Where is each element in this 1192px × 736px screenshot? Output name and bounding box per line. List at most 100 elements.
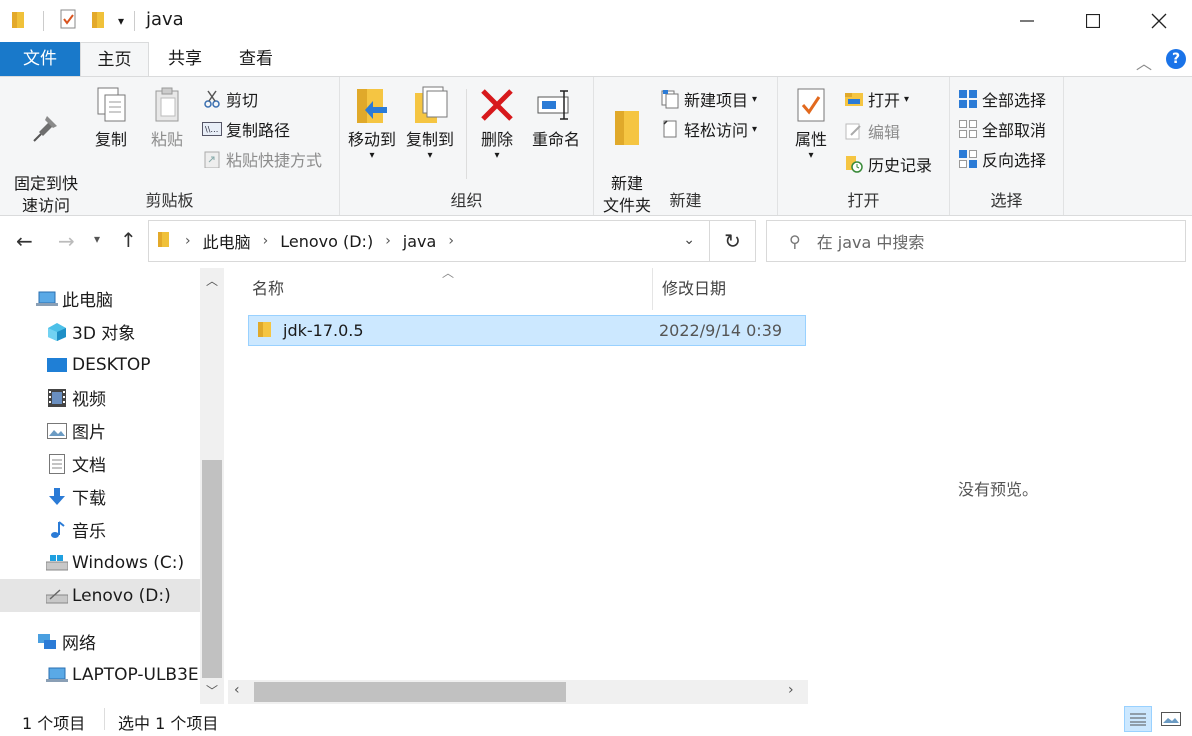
details-view-button[interactable] [1124,706,1152,732]
preview-message: 没有预览。 [958,480,1039,499]
copy-path-button[interactable]: \\… 复制路径 [202,116,290,142]
breadcrumb-lenovo-d[interactable]: Lenovo (D:) [280,232,373,251]
copy-to-icon [410,85,450,125]
paste-shortcut-label: 粘贴快捷方式 [226,151,323,170]
history-button[interactable]: 历史记录 [844,151,932,177]
sidebar-item-label: 3D 对象 [72,324,136,344]
scrollbar-thumb[interactable] [202,460,222,678]
customize-quick-access-icon[interactable]: ▾ [118,14,124,28]
history-icon [844,154,864,174]
edit-icon [844,121,864,141]
recent-locations-icon[interactable]: ▾ [94,232,100,246]
search-input[interactable]: 在 java 中搜索 [817,229,925,253]
invert-selection-button[interactable]: 反向选择 [958,146,1046,172]
select-all-button[interactable]: 全部选择 [958,86,1046,112]
sidebar-item-lenovo-d[interactable]: Lenovo (D:) [0,579,200,612]
copy-button[interactable]: 复制 [88,85,134,151]
properties-icon[interactable] [58,8,78,34]
sidebar-item-label: DESKTOP [72,354,151,375]
column-header-name[interactable]: 名称 [252,268,652,310]
drive-icon [46,585,68,607]
sidebar-scrollbar[interactable]: ︿ ﹀ [200,268,224,704]
open-button[interactable]: 打开 ▾ [844,86,909,112]
maximize-button[interactable] [1060,0,1126,42]
delete-button[interactable]: 删除 ▾ [474,85,520,161]
scroll-left-icon[interactable]: ‹ [234,682,240,698]
breadcrumb-chevron-icon[interactable]: › [448,233,454,249]
tab-home[interactable]: 主页 [80,42,149,77]
breadcrumb-chevron-icon[interactable]: › [263,233,269,249]
properties-button[interactable]: 属性 ▾ [786,85,836,161]
address-bar[interactable]: › 此电脑 › Lenovo (D:) › java › ⌄ [148,220,710,262]
breadcrumb-chevron-icon[interactable]: › [185,233,191,249]
move-to-button[interactable]: 移动到 ▾ [346,85,398,161]
scrollbar-thumb[interactable] [254,682,566,702]
minimize-button[interactable] [994,0,1060,42]
breadcrumb-java[interactable]: java [403,232,437,251]
sidebar-item-videos[interactable]: 视频 [0,381,200,414]
select-group: 全部选择 全部取消 反向选择 选择 [950,77,1064,215]
column-header-modified[interactable]: 修改日期 [662,268,808,310]
sidebar-item-this-pc[interactable]: 此电脑 [0,282,200,315]
rename-button[interactable]: 重命名 [526,85,586,151]
tab-share[interactable]: 共享 [155,42,215,76]
tab-view[interactable]: 查看 [226,42,286,76]
cut-label: 剪切 [226,91,259,110]
large-icons-view-button[interactable] [1158,708,1184,730]
computer-icon [46,664,68,686]
sidebar-item-windows-c[interactable]: Windows (C:) [0,546,200,579]
svg-text:\\…: \\… [205,125,218,134]
scroll-up-icon[interactable]: ︿ [206,272,218,289]
tab-file[interactable]: 文件 [0,42,80,76]
help-icon[interactable]: ? [1166,49,1186,69]
breadcrumb-chevron-icon[interactable]: › [385,233,391,249]
table-row[interactable]: jdk-17.0.5 2022/9/14 0:39 [248,315,806,346]
sidebar-item-network[interactable]: 网络 [0,625,200,658]
search-box[interactable]: ⚲ 在 java 中搜索 [766,220,1186,262]
file-name: jdk-17.0.5 [283,321,364,340]
select-group-label: 选择 [990,191,1023,210]
chevron-up-icon[interactable]: ︿ [1136,50,1152,74]
select-all-icon [958,89,978,109]
move-to-icon [352,85,392,125]
paste-button[interactable]: 粘贴 [144,85,190,151]
edit-label: 编辑 [868,123,901,142]
easy-access-icon [660,119,680,139]
scroll-right-icon[interactable]: › [788,682,794,698]
sidebar-item-documents[interactable]: 文档 [0,447,200,480]
new-item-button[interactable]: 新建项目 ▾ [660,86,757,112]
easy-access-button[interactable]: 轻松访问 ▾ [660,116,757,142]
refresh-button[interactable]: ↻ [710,220,756,262]
sidebar-item-desktop[interactable]: DESKTOP [0,348,200,381]
copy-to-button[interactable]: 复制到 ▾ [404,85,456,161]
sidebar-item-3d-objects[interactable]: 3D 对象 [0,315,200,348]
column-divider[interactable] [652,268,653,310]
close-button[interactable] [1126,0,1192,42]
download-icon [46,486,68,508]
forward-arrow-icon[interactable]: → [58,229,75,253]
back-arrow-icon[interactable]: ← [16,229,33,253]
desktop-icon [46,354,68,376]
address-history-chevron-down-icon[interactable]: ⌄ [683,232,695,248]
select-none-button[interactable]: 全部取消 [958,116,1046,142]
up-arrow-icon[interactable]: ↑ [120,228,137,252]
copy-icon [91,85,131,125]
open-group: 属性 ▾ 打开 ▾ 编辑 历史记录 打开 [778,77,950,215]
sidebar-item-laptop[interactable]: LAPTOP-ULB3E1 [0,658,200,691]
paste-shortcut-button[interactable]: 粘贴快捷方式 [202,146,322,172]
sidebar-item-music[interactable]: 音乐 [0,513,200,546]
folder-icon [257,320,273,342]
scroll-down-icon[interactable]: ﹀ [206,682,218,699]
new-item-label: 新建项目 [684,91,749,110]
copy-label: 复制 [94,130,127,149]
cut-button[interactable]: 剪切 [202,86,258,112]
breadcrumb-this-pc[interactable]: 此电脑 [203,229,251,253]
item-count: 1 个项目 [22,714,86,733]
sidebar-item-pictures[interactable]: 图片 [0,414,200,447]
new-folder-icon[interactable] [90,9,108,33]
sidebar-item-downloads[interactable]: 下载 [0,480,200,513]
file-list-horizontal-scrollbar[interactable]: ‹ › [228,680,808,704]
edit-button[interactable]: 编辑 [844,118,900,144]
dropdown-arrow-icon: ▾ [904,93,910,105]
clipboard-group: 固定到快 速访问 复制 粘贴 剪切 \\… 复制路径 粘贴快捷方式 剪贴板 [0,77,340,215]
